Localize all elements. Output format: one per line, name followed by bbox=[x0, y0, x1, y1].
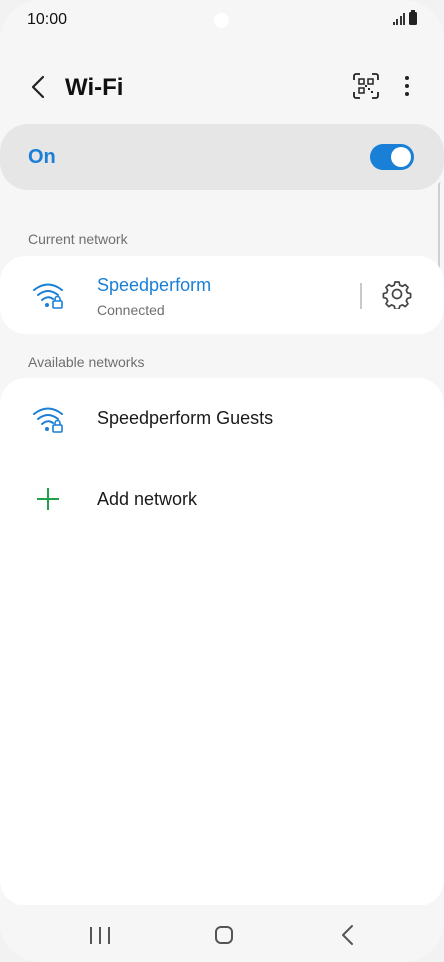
wifi-locked-icon bbox=[33, 407, 63, 433]
network-name: Speedperform Guests bbox=[97, 408, 274, 428]
app-header: Wi-Fi bbox=[0, 62, 444, 112]
back-button[interactable] bbox=[24, 72, 52, 102]
front-camera bbox=[214, 13, 229, 28]
available-networks-header: Available networks bbox=[28, 354, 145, 370]
current-network-header: Current network bbox=[28, 231, 128, 247]
qr-scan-button[interactable] bbox=[352, 72, 380, 100]
more-dot bbox=[405, 92, 409, 96]
add-network-label: Add network bbox=[97, 489, 198, 509]
more-dot bbox=[405, 84, 409, 88]
recent-apps-icon[interactable] bbox=[90, 927, 110, 945]
wifi-master-toggle-row[interactable]: On bbox=[0, 124, 444, 190]
vertical-divider bbox=[360, 283, 362, 309]
phone-screen: 10:00 Wi-Fi On Current network Speedperf… bbox=[0, 0, 444, 962]
current-network-status: Connected bbox=[97, 302, 165, 318]
wifi-locked-icon bbox=[33, 283, 63, 309]
wifi-toggle-switch[interactable] bbox=[370, 144, 414, 170]
status-icons bbox=[392, 10, 417, 25]
gear-icon bbox=[382, 281, 412, 311]
switch-knob bbox=[391, 147, 411, 167]
battery-icon bbox=[409, 10, 417, 25]
plus-icon bbox=[37, 488, 59, 510]
status-time: 10:00 bbox=[27, 11, 68, 28]
available-networks-card: Speedperform Guests Add network bbox=[0, 378, 444, 906]
add-network-row[interactable]: Add network bbox=[0, 460, 444, 540]
page-title: Wi-Fi bbox=[65, 74, 124, 101]
more-dot bbox=[405, 76, 409, 80]
back-icon[interactable] bbox=[340, 924, 356, 946]
more-options-button[interactable] bbox=[395, 72, 419, 100]
status-bar: 10:00 bbox=[0, 0, 444, 40]
home-icon[interactable] bbox=[215, 926, 233, 944]
signal-icon bbox=[392, 13, 405, 25]
current-network-card[interactable]: Speedperform Connected bbox=[0, 256, 444, 334]
network-list-item[interactable]: Speedperform Guests bbox=[0, 378, 444, 460]
chevron-left-icon bbox=[31, 75, 45, 99]
qr-code-icon bbox=[353, 73, 379, 99]
toggle-state-label: On bbox=[28, 146, 56, 168]
network-settings-button[interactable] bbox=[382, 279, 412, 311]
navigation-bar bbox=[0, 905, 444, 962]
current-network-name: Speedperform bbox=[97, 275, 212, 295]
